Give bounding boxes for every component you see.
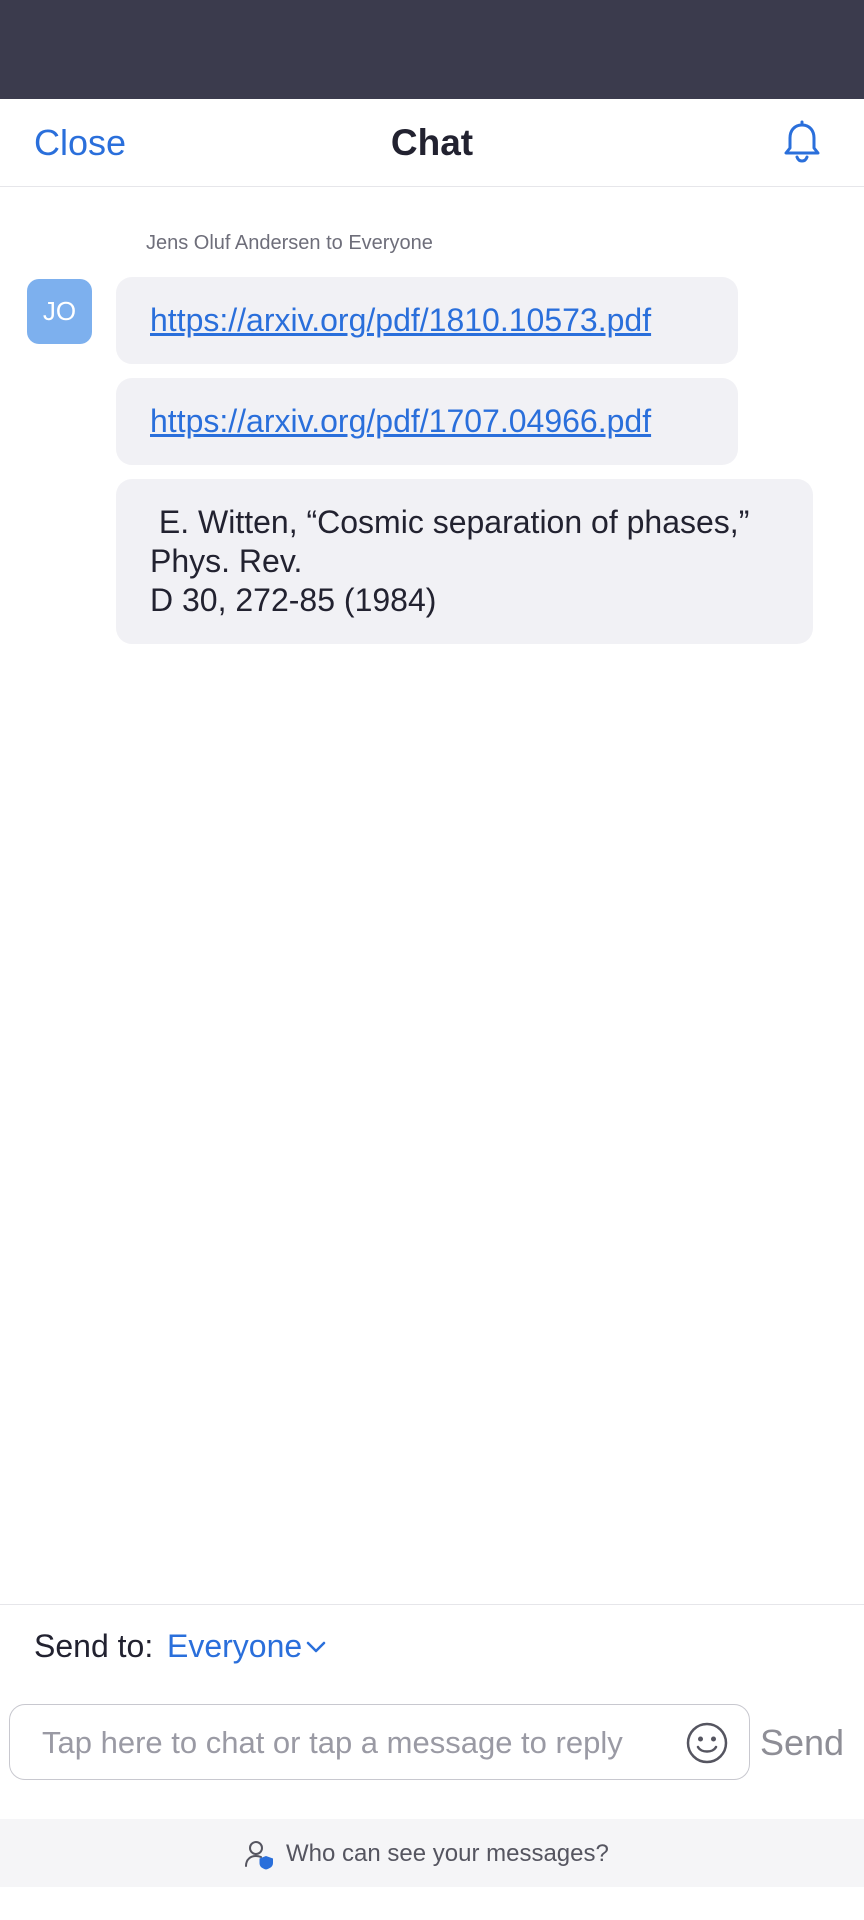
message-sender-line: Jens Oluf Andersen to Everyone: [146, 232, 433, 254]
privacy-text[interactable]: Who can see your messages?: [286, 1839, 609, 1869]
user-shield-icon: [245, 1841, 273, 1870]
chat-header: Close Chat: [0, 99, 864, 187]
message-bubble[interactable]: E. Witten, “Cosmic separation of phases,…: [116, 479, 813, 644]
avatar: JO: [27, 279, 92, 344]
chevron-down-icon[interactable]: [304, 1635, 328, 1659]
status-bar: [0, 0, 864, 99]
send-to-label: Send to:: [34, 1628, 154, 1664]
chat-input[interactable]: [42, 1723, 642, 1763]
page-title: Chat: [390, 122, 474, 163]
message-bubble[interactable]: https://arxiv.org/pdf/1707.04966.pdf: [116, 378, 738, 465]
message-text-line: E. Witten, “Cosmic separation of phases,…: [150, 504, 750, 540]
send-button[interactable]: Send: [760, 1721, 856, 1765]
bell-icon[interactable]: [778, 119, 826, 167]
message-bubble[interactable]: https://arxiv.org/pdf/1810.10573.pdf: [116, 277, 738, 364]
chat-input-box[interactable]: [9, 1704, 750, 1780]
composer-area: Send to: Everyone Send Who can see your …: [0, 1604, 864, 1920]
message-link[interactable]: https://arxiv.org/pdf/1810.10573.pdf: [150, 302, 651, 338]
message-text-line: Phys. Rev.: [150, 543, 303, 579]
privacy-info-bar[interactable]: Who can see your messages?: [0, 1819, 864, 1887]
send-to-selector[interactable]: Everyone: [167, 1626, 302, 1666]
emoji-icon[interactable]: [685, 1721, 729, 1765]
message-link[interactable]: https://arxiv.org/pdf/1707.04966.pdf: [150, 403, 651, 439]
message-text-line: D 30, 272-85 (1984): [150, 582, 437, 618]
